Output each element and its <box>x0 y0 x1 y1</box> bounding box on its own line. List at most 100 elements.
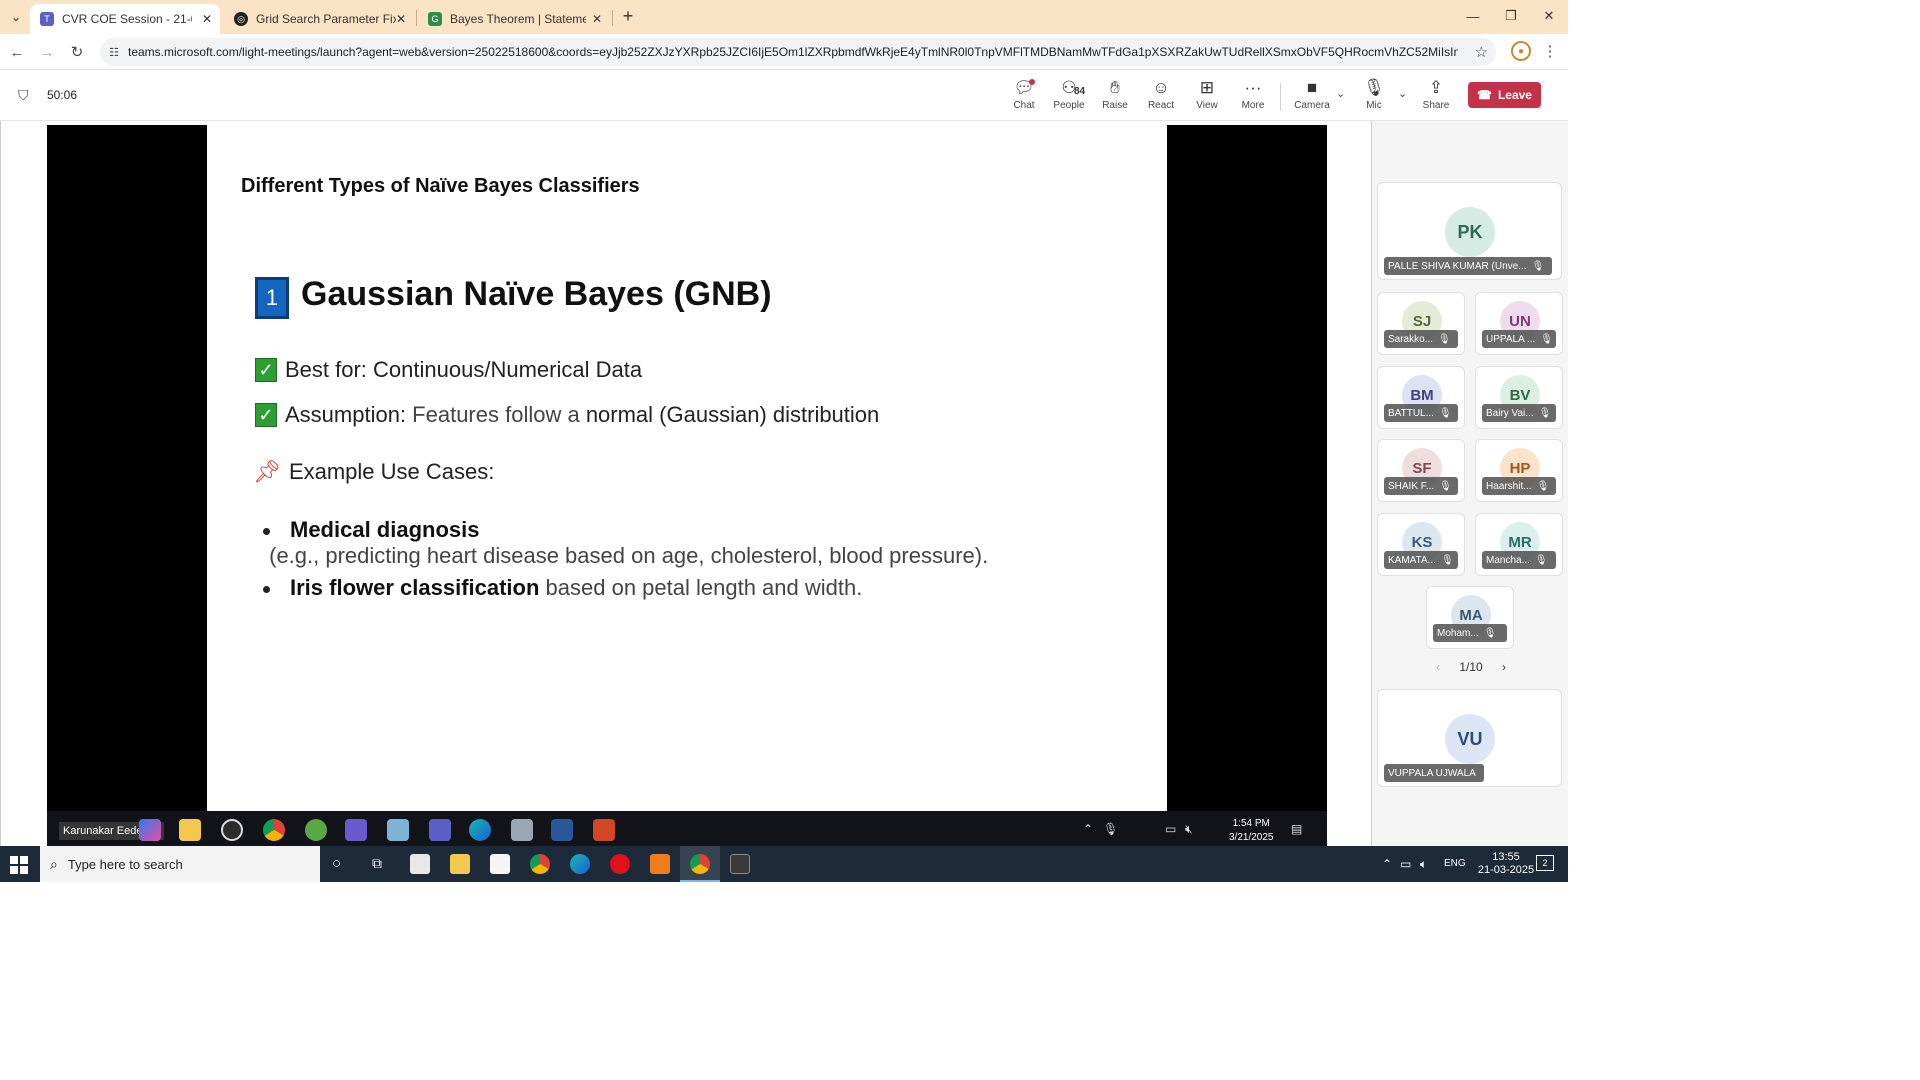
store-icon[interactable] <box>490 854 510 874</box>
camera-button[interactable]: ■ Camera <box>1289 77 1335 117</box>
url-text[interactable]: teams.microsoft.com/light-meetings/launc… <box>128 45 1458 59</box>
view-button[interactable]: ⊞ View <box>1184 77 1230 117</box>
participant-tile[interactable]: BV Bairy Vai... 🎙︎ <box>1475 366 1563 429</box>
leave-button[interactable]: ☎ Leave <box>1468 82 1541 108</box>
bullet-text: (e.g., predicting heart disease based on… <box>263 543 989 568</box>
participant-name: UPPALA ... <box>1486 333 1536 345</box>
mail-icon[interactable] <box>410 854 430 874</box>
gfg-icon: G <box>428 12 442 26</box>
check-icon: ✓ <box>255 358 277 382</box>
tab-grid-search[interactable]: ◎ Grid Search Parameter Fix ✕ <box>224 4 414 34</box>
participant-tile[interactable]: KS KAMATA... 🎙︎ <box>1377 513 1465 576</box>
toolbar-divider <box>1280 83 1281 111</box>
more-icon: ··· <box>1244 78 1262 97</box>
forward-icon[interactable]: → <box>36 41 58 63</box>
tray-chevron-icon[interactable]: ⌃ <box>1382 857 1392 871</box>
taskbar-clock[interactable]: 13:55 21-03-2025 <box>1476 851 1536 877</box>
new-tab-icon[interactable]: + <box>618 6 638 26</box>
participant-tile[interactable]: MR Mancha... 🎙︎ <box>1475 513 1563 576</box>
avatar: VU <box>1445 714 1495 764</box>
bookmark-star-icon[interactable]: ☆ <box>1475 43 1488 61</box>
participant-tile[interactable]: MA Moham... 🎙︎ <box>1426 586 1514 649</box>
close-icon[interactable]: ✕ <box>202 12 212 26</box>
file-explorer-icon[interactable] <box>450 854 470 874</box>
volume-icon[interactable]: 🔈︎ <box>1420 857 1427 872</box>
taskbar-search-box[interactable]: ⌕ Type here to search <box>40 846 320 882</box>
page-indicator: 1/10 <box>1459 660 1483 674</box>
powerpoint-icon <box>593 819 615 841</box>
mic-options-chevron-icon[interactable]: ⌄ <box>1398 87 1407 100</box>
site-info-icon[interactable]: ☷ <box>106 44 122 60</box>
react-button[interactable]: ☺ React <box>1138 77 1184 117</box>
mic-off-icon: 🎙︎ <box>1481 768 1484 779</box>
mic-off-icon: 🎙︎ <box>1438 407 1452 419</box>
address-bar[interactable]: ☷ teams.microsoft.com/light-meetings/lau… <box>100 38 1496 66</box>
participant-tile[interactable]: HP Haarshit... 🎙︎ <box>1475 439 1563 502</box>
bullet-bold: Iris flower classification <box>290 575 540 600</box>
participant-tile-featured[interactable]: PK PALLE SHIVA KUMAR (Unve... 🎙︎ <box>1377 182 1562 280</box>
meeting-toolbar: ⛉ 50:06 💬︎ Chat ⚇ 84 People ✋︎ Raise ☺ Re… <box>0 71 1568 121</box>
tab-search-icon[interactable]: ⌄ <box>6 7 26 27</box>
browser-menu-icon[interactable]: ⋮ <box>1540 40 1560 62</box>
tab-bayes-theorem[interactable]: G Bayes Theorem | Statement, Fo ✕ <box>418 4 610 34</box>
restore-icon[interactable]: ❐ <box>1496 6 1526 26</box>
self-video-tile[interactable]: VU VUPPALA UJWALA 🎙︎ <box>1377 689 1562 787</box>
app-icon[interactable] <box>650 854 670 874</box>
minimize-icon[interactable]: — <box>1458 6 1488 26</box>
tab-cvr-coe-session[interactable]: T CVR COE Session - 21-03-2025 ✕ <box>30 4 220 34</box>
raise-hand-button[interactable]: ✋︎ Raise <box>1092 77 1138 117</box>
participant-tile[interactable]: SJ Sarakko... 🎙︎ <box>1377 292 1465 355</box>
chat-icon: 💬︎ <box>1013 78 1035 97</box>
app-icon <box>305 819 327 841</box>
back-icon[interactable]: ← <box>6 41 28 63</box>
more-button[interactable]: ··· More <box>1230 77 1276 117</box>
hand-icon: ✋︎ <box>1110 78 1120 97</box>
close-icon[interactable]: ✕ <box>592 12 602 26</box>
presenter-clock: 1:54 PM 3/21/2025 <box>1229 817 1274 845</box>
assumption-bold: normal (Gaussian) distribution <box>585 402 880 427</box>
notification-count: 2 <box>1542 858 1548 868</box>
chrome-profile-icon[interactable] <box>690 854 710 874</box>
participant-name: BATTUL... <box>1388 407 1434 419</box>
mic-button[interactable]: 🎙︎ Mic <box>1351 77 1397 117</box>
language-indicator[interactable]: ENG <box>1444 858 1466 869</box>
network-icon[interactable]: ▭ <box>1400 857 1411 871</box>
close-window-icon[interactable]: ✕ <box>1534 6 1564 26</box>
participant-name-tag: UPPALA ... 🎙︎ <box>1482 330 1556 348</box>
next-page-chevron-icon[interactable]: › <box>1502 660 1506 674</box>
task-view-icon[interactable]: ⧉ <box>372 855 382 872</box>
participant-name: Moham... <box>1437 627 1479 639</box>
chat-button[interactable]: 💬︎ Chat <box>1001 77 1047 117</box>
chrome-icon[interactable] <box>530 854 550 874</box>
address-bar-row: ← → ↻ ☷ teams.microsoft.com/light-meetin… <box>0 34 1568 70</box>
people-button[interactable]: ⚇ 84 People <box>1046 77 1092 117</box>
teams-icon: T <box>40 12 54 26</box>
close-icon[interactable]: ✕ <box>396 12 406 26</box>
opera-icon[interactable] <box>610 854 630 874</box>
presenter-name: Karunakar Eede <box>63 825 143 837</box>
calculator-icon[interactable] <box>730 854 750 874</box>
participant-name: PALLE SHIVA KUMAR (Unve... <box>1388 260 1527 272</box>
camera-options-chevron-icon[interactable]: ⌄ <box>1336 87 1345 100</box>
tab-title: CVR COE Session - 21-03-2025 <box>62 12 192 26</box>
meeting-timer: 50:06 <box>47 88 78 102</box>
previous-page-chevron-icon[interactable]: ‹ <box>1436 660 1440 674</box>
bullet-iris: Iris flower classification based on peta… <box>263 575 862 601</box>
participant-tile[interactable]: SF SHAIK F... 🎙︎ <box>1377 439 1465 502</box>
reload-icon[interactable]: ↻ <box>66 41 88 63</box>
windows-start-icon[interactable] <box>10 856 28 874</box>
participant-name-tag: KAMATA... 🎙︎ <box>1384 551 1458 569</box>
participant-tile[interactable]: UN UPPALA ... 🎙︎ <box>1475 292 1563 355</box>
copilot-icon <box>139 819 161 841</box>
leave-label: Leave <box>1497 88 1532 102</box>
share-button[interactable]: ⇪ Share <box>1413 77 1459 117</box>
assumption-text: Features follow a <box>406 402 586 427</box>
edge-icon[interactable] <box>570 854 590 874</box>
bullet-bold: Medical diagnosis <box>290 517 480 542</box>
participant-tile[interactable]: BM BATTUL... 🎙︎ <box>1377 366 1465 429</box>
search-placeholder: Type here to search <box>67 856 183 872</box>
browser-tab-strip: ⌄ T CVR COE Session - 21-03-2025 ✕ ◎ Gri… <box>0 0 1568 34</box>
profile-icon[interactable]: ● <box>1511 41 1531 61</box>
action-center-icon[interactable]: 2 <box>1536 855 1554 871</box>
cortana-icon[interactable]: ○ <box>332 855 341 872</box>
